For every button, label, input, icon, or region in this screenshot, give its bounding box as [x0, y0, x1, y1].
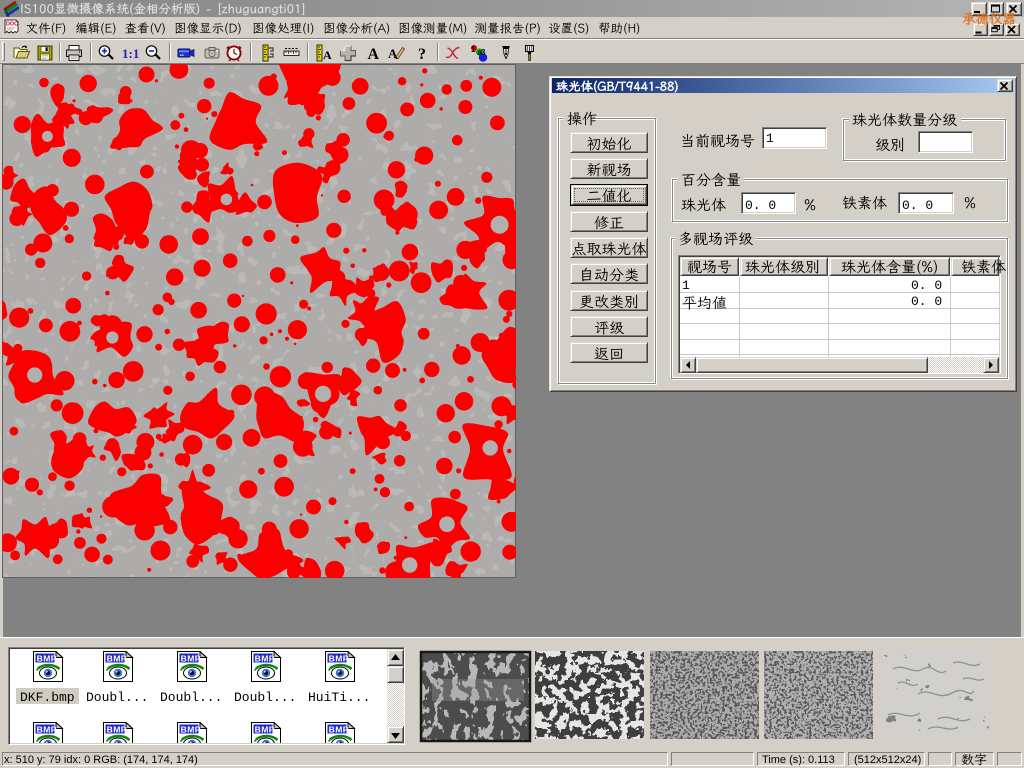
svg-text:BMP: BMP: [181, 653, 201, 663]
svg-text:A: A: [368, 46, 380, 62]
svg-text:DOC: DOC: [6, 22, 18, 28]
svg-text:A: A: [323, 48, 332, 62]
svg-text:BMP: BMP: [255, 653, 275, 663]
svg-text:BMP: BMP: [329, 724, 349, 734]
svg-text:BMP: BMP: [329, 653, 349, 663]
svg-text:1: 1: [471, 45, 476, 54]
svg-text:BMP: BMP: [255, 724, 275, 734]
svg-text:BMP: BMP: [37, 724, 57, 734]
svg-text:?: ?: [418, 46, 426, 62]
svg-text:BMP: BMP: [107, 724, 127, 734]
svg-text:BMP: BMP: [107, 653, 127, 663]
svg-text:BMP: BMP: [181, 724, 201, 734]
svg-text:3: 3: [481, 48, 486, 57]
svg-text:1:1: 1:1: [122, 46, 139, 61]
svg-text:BMP: BMP: [37, 653, 57, 663]
